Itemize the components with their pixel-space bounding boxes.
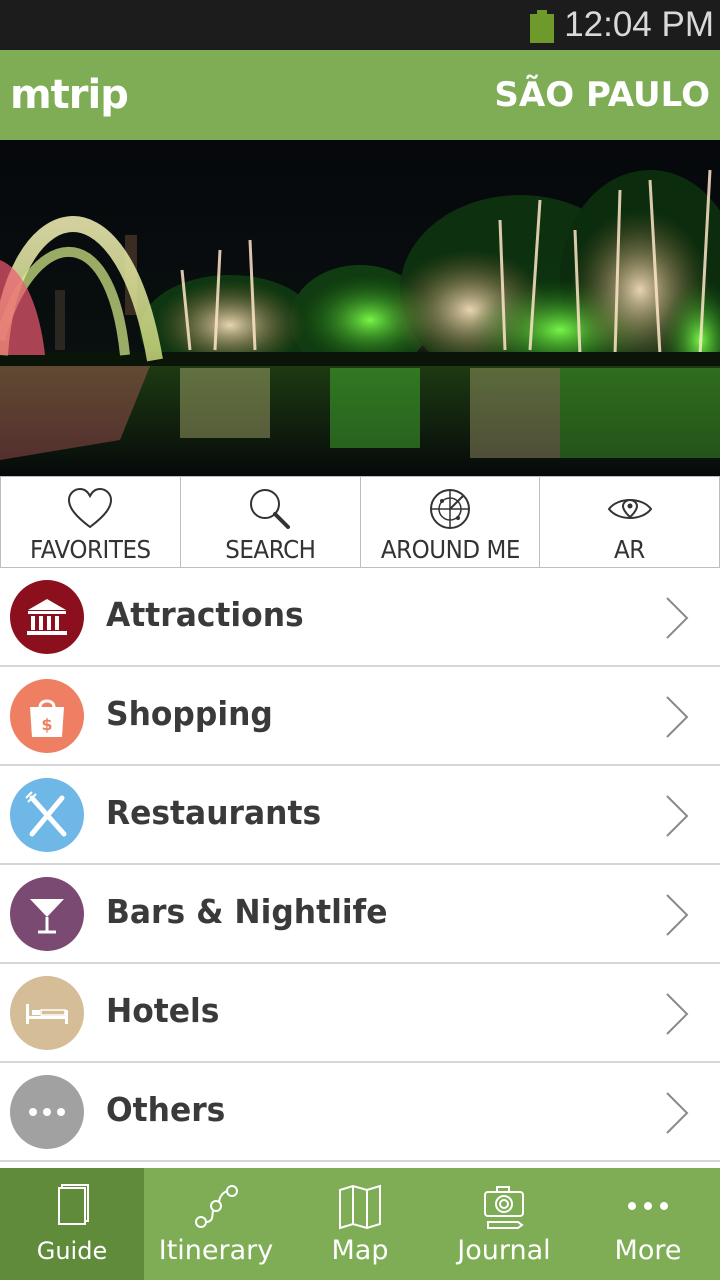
chevron-right-icon bbox=[666, 1092, 689, 1134]
eye-icon bbox=[607, 498, 652, 519]
chevron-right-icon bbox=[666, 696, 689, 738]
cocktail-icon bbox=[10, 877, 84, 951]
bed-icon bbox=[10, 976, 84, 1050]
svg-text:$: $ bbox=[41, 715, 52, 734]
list-item-hotels[interactable]: Hotels bbox=[0, 964, 720, 1063]
heart-icon bbox=[68, 487, 113, 529]
book-icon bbox=[58, 1184, 89, 1225]
category-label: Bars & Nightlife bbox=[106, 892, 388, 931]
list-item-bars-nightlife[interactable]: Bars & Nightlife bbox=[0, 865, 720, 964]
more-icon bbox=[10, 1075, 84, 1149]
around-me-label: AROUND ME bbox=[380, 535, 520, 564]
list-item-others[interactable]: Others bbox=[0, 1063, 720, 1162]
camera-icon bbox=[484, 1186, 524, 1229]
tab-journal[interactable]: Journal bbox=[432, 1168, 576, 1280]
tab-label: Map bbox=[331, 1235, 389, 1266]
ar-button[interactable]: AR bbox=[539, 477, 720, 567]
museum-icon bbox=[10, 580, 84, 654]
cutlery-icon bbox=[10, 778, 84, 852]
search-label: SEARCH bbox=[224, 535, 316, 564]
list-item-shopping[interactable]: $ Shopping bbox=[0, 667, 720, 766]
category-label: Restaurants bbox=[106, 793, 322, 832]
status-time: 12:04 PM bbox=[564, 5, 714, 44]
map-icon bbox=[339, 1184, 381, 1230]
tab-itinerary[interactable]: Itinerary bbox=[144, 1168, 288, 1280]
chevron-right-icon bbox=[666, 795, 689, 837]
favorites-button[interactable]: FAVORITES bbox=[0, 477, 181, 567]
list-item-restaurants[interactable]: Restaurants bbox=[0, 766, 720, 865]
search-icon bbox=[250, 489, 291, 529]
shopping-bag-icon: $ bbox=[10, 679, 84, 753]
category-label: Attractions bbox=[106, 595, 304, 634]
tab-map[interactable]: Map bbox=[288, 1168, 432, 1280]
category-list: Attractions $ Shopping Restaurants Bars … bbox=[0, 568, 720, 1162]
favorites-label: FAVORITES bbox=[30, 535, 151, 564]
tab-label: More bbox=[614, 1235, 682, 1266]
tab-label: Guide bbox=[36, 1237, 108, 1265]
around-me-button[interactable]: AROUND ME bbox=[359, 477, 541, 567]
chevron-right-icon bbox=[666, 993, 689, 1035]
list-item-attractions[interactable]: Attractions bbox=[0, 568, 720, 667]
category-label: Others bbox=[106, 1090, 226, 1129]
radar-icon bbox=[429, 489, 470, 529]
quick-actions-bar: FAVORITES SEARCH AROUND ME AR bbox=[0, 476, 720, 568]
tab-more[interactable]: More bbox=[576, 1168, 720, 1280]
city-title[interactable]: SÃO PAULO bbox=[494, 74, 710, 116]
app-logo[interactable]: mtrip bbox=[10, 72, 129, 118]
hero-image bbox=[0, 140, 720, 476]
bottom-nav: Guide Itinerary Map Journal More bbox=[0, 1168, 720, 1280]
tab-label: Journal bbox=[457, 1235, 551, 1266]
more-dots-icon bbox=[628, 1202, 668, 1210]
ar-label: AR bbox=[614, 535, 646, 564]
tab-label: Itinerary bbox=[158, 1235, 274, 1266]
category-label: Shopping bbox=[106, 694, 273, 733]
search-button[interactable]: SEARCH bbox=[179, 477, 361, 567]
chevron-right-icon bbox=[666, 894, 689, 936]
tab-guide[interactable]: Guide bbox=[0, 1168, 144, 1280]
route-icon bbox=[195, 1185, 238, 1228]
app-header: mtrip SÃO PAULO bbox=[0, 50, 720, 140]
status-bar: 12:04 PM bbox=[0, 0, 720, 50]
category-label: Hotels bbox=[106, 991, 220, 1030]
battery-icon bbox=[530, 10, 554, 43]
chevron-right-icon bbox=[666, 597, 689, 639]
